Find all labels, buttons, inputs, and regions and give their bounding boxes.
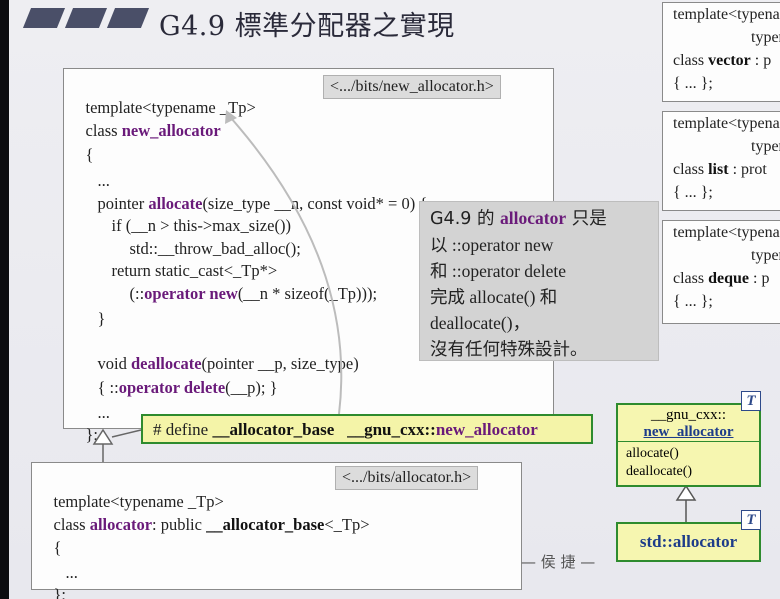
deque-panel: template<typename typename class deque :… [662, 220, 780, 324]
code-line: class allocator: public __allocator_base… [53, 515, 370, 534]
template-tag: T [741, 510, 761, 530]
uml-new-allocator: T __gnu_cxx:: new_allocator allocate() d… [616, 391, 761, 487]
slide: G4.9 標準分配器之實現 <.../bits/new_allocator.h>… [9, 0, 780, 599]
uml-std-allocator: T std::allocator [616, 510, 761, 562]
uml-method: deallocate() [626, 464, 693, 479]
list-panel: template<typename typename class list : … [662, 111, 780, 211]
code-line: }; [53, 585, 67, 599]
uml-method: allocate() [626, 446, 679, 461]
uml-class-header: __gnu_cxx:: new_allocator [618, 405, 759, 442]
explanation-note: G4.9 的 allocator 只是 以 ::operator new 和 :… [419, 201, 659, 361]
vector-panel: template<typename typename class vector … [662, 2, 780, 102]
allocator-path: <.../bits/allocator.h> [335, 466, 479, 490]
template-tag: T [741, 391, 761, 411]
define-macro-box: # define __allocator_base __gnu_cxx::new… [141, 414, 593, 444]
author-credit: — 侯 捷 — [521, 553, 596, 571]
